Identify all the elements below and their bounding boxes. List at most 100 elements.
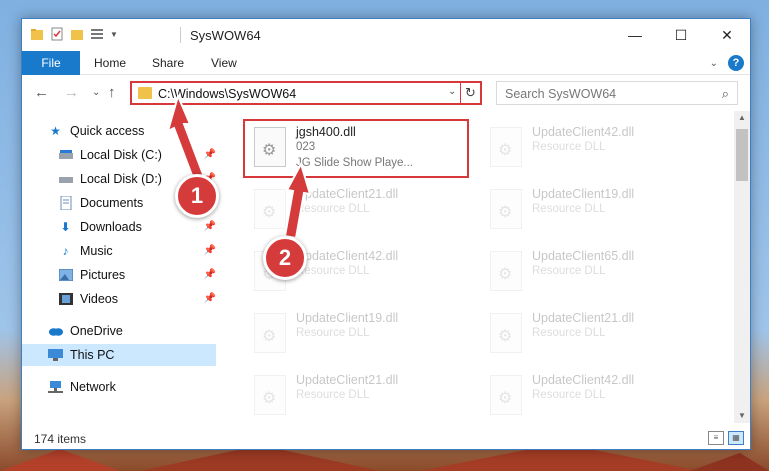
scroll-thumb[interactable] xyxy=(736,129,748,181)
chevron-down-icon[interactable]: ▼ xyxy=(110,30,118,39)
file-item[interactable]: ⚙ UpdateClient19.dll Resource DLL xyxy=(484,183,714,241)
tab-home[interactable]: Home xyxy=(80,51,140,75)
gear-icon: ⚙ xyxy=(498,266,513,283)
sidebar-item-pictures[interactable]: Pictures 📌 xyxy=(58,264,216,286)
up-arrow-icon[interactable]: ↑ xyxy=(108,84,116,101)
sidebar-item-music[interactable]: ♪ Music 📌 xyxy=(58,240,217,262)
properties-icon[interactable] xyxy=(50,27,64,41)
pin-icon[interactable]: 📌 xyxy=(204,264,216,286)
file-item[interactable]: ⚙ UpdateClient21.dll Resource DLL xyxy=(484,307,714,365)
recent-locations-icon[interactable]: ⌄ xyxy=(92,87,100,98)
file-type: Resource DLL xyxy=(532,389,606,401)
scroll-down-icon[interactable]: ▼ xyxy=(734,409,750,423)
file-type: Resource DLL xyxy=(532,203,606,215)
close-button[interactable]: ✕ xyxy=(704,19,750,51)
title-bar: ▼ SysWOW64 — ☐ ✕ xyxy=(22,19,750,51)
cloud-icon xyxy=(48,324,63,338)
file-item[interactable]: ⚙ UpdateClient21.dll Resource DLL xyxy=(248,183,478,241)
file-type: Resource DLL xyxy=(532,265,606,277)
tab-share[interactable]: Share xyxy=(138,51,198,75)
address-bar[interactable]: C:\Windows\SysWOW64 ⌄ xyxy=(130,81,482,105)
view-toggle: ≡ ▦ xyxy=(708,431,744,445)
file-item[interactable]: ⚙ UpdateClient21.dll Resource DLL xyxy=(248,369,478,427)
sidebar-item-label: Network xyxy=(70,380,116,394)
sidebar-item-label: Quick access xyxy=(70,124,145,138)
file-item[interactable]: ⚙ UpdateClient42.dll Resource DLL xyxy=(484,121,714,179)
file-name: UpdateClient21.dll xyxy=(296,373,399,387)
step-2-badge: 2 xyxy=(263,236,307,280)
file-item[interactable]: ⚙ UpdateClient19.dll Resource DLL xyxy=(248,307,478,365)
new-folder-icon[interactable] xyxy=(70,27,84,41)
scroll-up-icon[interactable]: ▲ xyxy=(734,111,750,125)
drive-icon xyxy=(58,148,73,162)
quick-access-toolbar: ▼ xyxy=(30,27,118,41)
address-path[interactable]: C:\Windows\SysWOW64 xyxy=(158,87,296,101)
dll-file-icon: ⚙ xyxy=(490,127,522,167)
search-placeholder: Search SysWOW64 xyxy=(505,87,617,101)
sidebar-item-network[interactable]: Network xyxy=(48,376,216,398)
vertical-scrollbar[interactable]: ▲ ▼ xyxy=(734,111,750,423)
file-type: Resource DLL xyxy=(296,327,370,339)
search-icon[interactable]: ⌕ xyxy=(722,86,729,102)
folder-icon xyxy=(138,87,152,99)
back-arrow-icon[interactable]: ← xyxy=(34,84,49,101)
forward-arrow-icon[interactable]: → xyxy=(64,84,79,101)
file-item[interactable]: ⚙ UpdateClient65.dll Resource DLL xyxy=(484,245,714,303)
sidebar-item-label: Documents xyxy=(80,196,144,210)
dll-file-icon: ⚙ xyxy=(490,251,522,291)
file-name: UpdateClient42.dll xyxy=(532,373,635,387)
tab-view[interactable]: View xyxy=(197,51,251,75)
dll-file-icon: ⚙ xyxy=(490,313,522,353)
sidebar-item-label: Local Disk (D:) xyxy=(80,172,162,186)
item-count: 174 items xyxy=(34,432,87,446)
file-name: UpdateClient65.dll xyxy=(532,249,635,263)
gear-icon: ⚙ xyxy=(262,390,277,407)
dll-file-icon: ⚙ xyxy=(490,375,522,415)
details-view-icon[interactable]: ≡ xyxy=(708,431,724,445)
navigation-pane: ★ Quick access Local Disk (C:) 📌 Local D… xyxy=(22,111,218,421)
gear-icon: ⚙ xyxy=(498,390,513,407)
pin-icon[interactable]: 📌 xyxy=(204,216,216,238)
refresh-icon[interactable]: ↻ xyxy=(460,81,482,105)
file-type: Resource DLL xyxy=(532,327,606,339)
pin-icon[interactable]: 📌 xyxy=(204,240,216,262)
dll-file-icon: ⚙ xyxy=(254,189,286,229)
pin-icon[interactable]: 📌 xyxy=(204,144,216,166)
computer-icon xyxy=(48,348,63,362)
navigation-bar: ← → ⌄ ↑ C:\Windows\SysWOW64 ⌄ ↻ Search S… xyxy=(22,76,750,110)
file-item[interactable]: ⚙ UpdateClient42.dll Resource DLL xyxy=(484,369,714,427)
status-bar: 174 items ≡ ▦ xyxy=(22,427,750,449)
sidebar-item-this-pc[interactable]: This PC xyxy=(22,344,216,366)
ribbon-tabs: File Home Share View ⌄ ? xyxy=(22,51,750,75)
file-name: UpdateClient42.dll xyxy=(532,125,635,139)
step-1-badge: 1 xyxy=(175,174,219,218)
chevron-down-icon[interactable]: ⌄ xyxy=(448,86,456,97)
gear-icon: ⚙ xyxy=(262,204,277,221)
gear-icon: ⚙ xyxy=(262,328,277,345)
file-type: Resource DLL xyxy=(296,389,370,401)
sidebar-item-local-disk-c[interactable]: Local Disk (C:) 📌 xyxy=(58,144,216,166)
file-name: UpdateClient19.dll xyxy=(532,187,635,201)
pin-icon[interactable]: 📌 xyxy=(204,288,216,310)
gear-icon: ⚙ xyxy=(498,328,513,345)
maximize-button[interactable]: ☐ xyxy=(658,19,704,51)
network-icon xyxy=(48,380,63,394)
view-options-icon[interactable] xyxy=(90,27,104,41)
title-separator xyxy=(180,27,181,43)
tiles-view-icon[interactable]: ▦ xyxy=(728,431,744,445)
minimize-button[interactable]: — xyxy=(612,19,658,51)
help-icon[interactable]: ? xyxy=(728,55,744,71)
file-type: Resource DLL xyxy=(296,265,370,277)
sidebar-item-quick-access[interactable]: ★ Quick access xyxy=(48,120,216,142)
sidebar-item-label: Videos xyxy=(80,292,118,306)
sidebar-item-label: This PC xyxy=(70,348,115,362)
folder-icon xyxy=(31,29,43,40)
tab-file[interactable]: File xyxy=(22,51,80,75)
sidebar-item-videos[interactable]: Videos 📌 xyxy=(58,288,216,310)
sidebar-item-downloads[interactable]: ⬇ Downloads 📌 xyxy=(58,216,216,238)
dll-file-icon: ⚙ xyxy=(254,313,286,353)
expand-ribbon-icon[interactable]: ⌄ xyxy=(710,58,718,69)
file-type: Resource DLL xyxy=(532,141,606,153)
sidebar-item-onedrive[interactable]: OneDrive xyxy=(48,320,216,342)
search-input[interactable]: Search SysWOW64 ⌕ xyxy=(496,81,738,105)
